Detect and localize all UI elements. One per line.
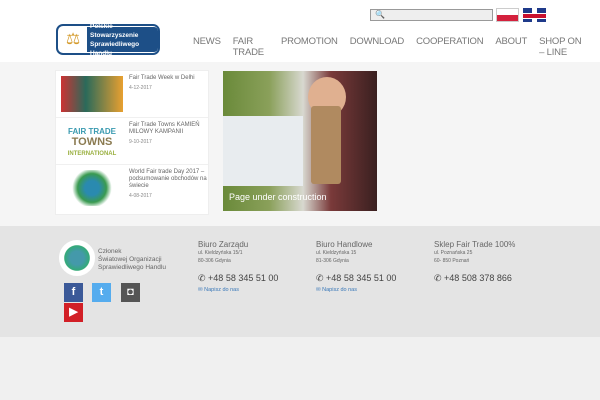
facebook-icon[interactable]: f — [64, 283, 83, 302]
office-name: Biuro Zarządu — [198, 240, 249, 249]
instagram-icon[interactable]: ◘ — [121, 283, 140, 302]
flag-pl-icon[interactable] — [496, 8, 519, 22]
nav-fair-trade[interactable]: FAIR TRADE — [233, 36, 269, 58]
nav-promotion[interactable]: PROMOTION — [281, 36, 338, 58]
twitter-icon[interactable]: t — [92, 283, 111, 302]
nav-about[interactable]: ABOUT — [495, 36, 527, 58]
office-street: ul. Poznańska 25 — [434, 250, 473, 256]
news-list: Fair Trade Week w Delhi 4-12-2017 FAIR TR… — [55, 70, 209, 215]
logo-line2: Sprawiedliwego Handlu — [90, 40, 140, 57]
news-date: 4-12-2017 — [129, 85, 152, 91]
news-item[interactable]: FAIR TRADE TOWNS INTERNATIONAL Fair Trade … — [56, 118, 208, 165]
office-street: ul. Kieldzyńska 15/1 — [198, 250, 243, 256]
office-phone[interactable]: +48 58 345 51 00 — [326, 273, 396, 283]
member-line: Światowej Organizacji — [98, 256, 162, 263]
phone-icon: ✆ — [434, 273, 445, 283]
nav-download[interactable]: DOWNLOAD — [350, 36, 405, 58]
wfto-logo[interactable] — [59, 240, 95, 276]
office-city: 60- 850 Poznań — [434, 258, 470, 264]
office-street: ul. Kieldzyńska 15 — [316, 250, 357, 256]
news-item[interactable]: Fair Trade Week w Delhi 4-12-2017 — [56, 71, 208, 118]
main-nav: NEWS FAIR TRADE PROMOTION DOWNLOAD COOPE… — [193, 36, 600, 58]
footer: Członek Światowej Organizacji Sprawiedli… — [0, 226, 600, 337]
phone-icon: ✆ — [198, 273, 209, 283]
office-sklep: Sklep Fair Trade 100% ul. Poznańska 25 6… — [434, 240, 515, 284]
office-name: Sklep Fair Trade 100% — [434, 240, 516, 249]
office-city: 81-306 Gdynia — [316, 258, 349, 264]
search-icon: 🔍 — [375, 10, 385, 19]
office-name: Biuro Handlowe — [316, 240, 373, 249]
news-thumbnail[interactable] — [61, 170, 123, 206]
header: ⚖ Polskie Stowarzyszenie Sprawiedliwego H… — [0, 0, 600, 62]
logo-line1: Polskie Stowarzyszenie — [90, 22, 139, 39]
flag-uk-icon[interactable] — [523, 8, 546, 22]
mail-link[interactable]: Napisz do nas — [322, 287, 357, 293]
mail-link[interactable]: Napisz do nas — [204, 287, 239, 293]
paper-bag — [311, 106, 341, 184]
phone-icon: ✆ — [316, 273, 327, 283]
office-handlowe: Biuro Handlowe ul. Kieldzyńska 15 81-306… — [316, 240, 396, 293]
member-text: Członek Światowej Organizacji Sprawiedli… — [98, 248, 166, 272]
nav-news[interactable]: NEWS — [193, 36, 221, 58]
scales-icon: ⚖ — [65, 30, 81, 48]
logo-wall — [223, 116, 303, 186]
bottom-bar — [0, 337, 600, 400]
news-thumbnail[interactable] — [61, 76, 123, 112]
nav-cooperation[interactable]: COOPERATION — [416, 36, 483, 58]
news-title[interactable]: World Fair trade Day 2017 – podsumowanie… — [129, 169, 207, 189]
news-item[interactable]: World Fair trade Day 2017 – podsumowanie… — [56, 165, 208, 212]
news-date: 4-08-2017 — [129, 193, 152, 199]
news-title[interactable]: Fair Trade Week w Delhi — [129, 75, 195, 81]
office-city: 80-306 Gdynia — [198, 258, 231, 264]
main: Fair Trade Week w Delhi 4-12-2017 FAIR TR… — [0, 62, 600, 226]
search-input[interactable]: 🔍 — [370, 9, 493, 21]
logo[interactable]: ⚖ Polskie Stowarzyszenie Sprawiedliwego H… — [56, 22, 160, 57]
feature-image[interactable]: Page under construction — [223, 71, 377, 211]
office-phone[interactable]: +48 58 345 51 00 — [208, 273, 278, 283]
news-title[interactable]: Fair Trade Towns KAMIEŃ MILOWY KAMPANII — [129, 122, 200, 135]
nav-shop[interactable]: SHOP ON – LINE — [539, 36, 588, 58]
news-date: 9-10-2017 — [129, 139, 152, 145]
office-zarzad: Biuro Zarządu ul. Kieldzyńska 15/1 80-30… — [198, 240, 278, 293]
member-line: Członek — [98, 248, 122, 255]
office-phone[interactable]: +48 508 378 866 — [444, 273, 512, 283]
member-line: Sprawiedliwego Handlu — [98, 264, 166, 271]
feature-caption: Page under construction — [229, 192, 327, 202]
news-thumbnail[interactable]: FAIR TRADE TOWNS INTERNATIONAL — [61, 123, 123, 159]
youtube-icon[interactable]: ▶ — [64, 303, 83, 322]
